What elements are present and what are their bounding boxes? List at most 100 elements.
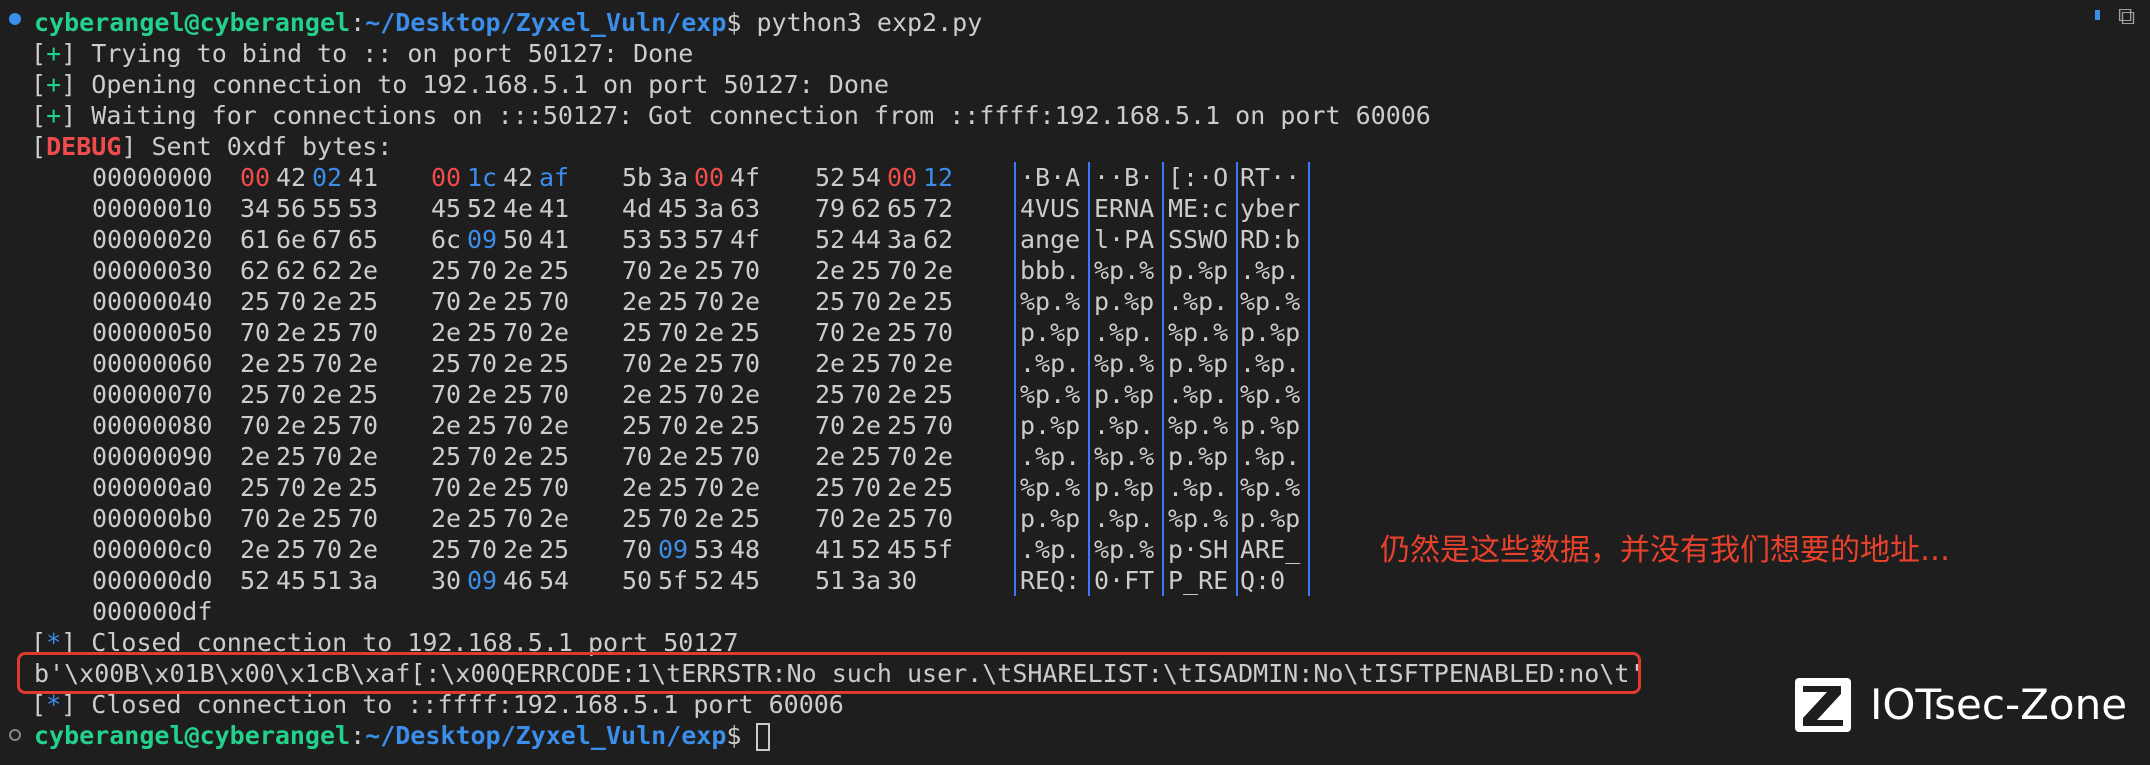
bracket-open: [ [16,690,47,719]
hexdump-separator [1162,162,1164,193]
hexdump-byte: af [539,163,570,192]
hexdump-byte: 61 [240,225,271,254]
hexdump-ascii: p.%p [1168,349,1229,378]
hexdump-byte: 2e [730,380,761,409]
hexdump-ascii: %p.% [1168,411,1229,440]
hexdump-byte: 2e [503,442,534,471]
hexdump-separator [1088,410,1090,441]
hexdump-byte: 70 [694,287,725,316]
hexdump-byte: 70 [622,442,653,471]
hexdump-ascii: p.%p [1020,411,1081,440]
terminal-cursor[interactable] [756,723,771,751]
hexdump-ascii: .%p. [1168,380,1229,409]
hexdump-byte: 70 [276,380,307,409]
prompt-line: cyberangel@cyberangel:~/Desktop/Zyxel_Vu… [34,7,982,38]
hexdump-ascii: %p.% [1094,535,1155,564]
split-terminal-icon[interactable]: ⧉ [2118,2,2135,30]
hexdump-separator [1162,317,1164,348]
hexdump-ascii: p·SH [1168,535,1229,564]
hexdump-byte: 2e [730,287,761,316]
hexdump-byte: 70 [851,287,882,316]
hexdump-byte: 25 [851,349,882,378]
prompt-line[interactable]: cyberangel@cyberangel:~/Desktop/Zyxel_Vu… [34,720,771,751]
hexdump-ascii: REQ: [1020,566,1081,595]
hexdump-byte: 70 [503,504,534,533]
hexdump-byte: 70 [694,473,725,502]
status-line: [+] Opening connection to 192.168.5.1 on… [16,69,889,100]
hexdump-byte: 6e [276,225,307,254]
hexdump-byte: 45 [431,194,462,223]
hexdump-separator [1236,503,1238,534]
prompt-symbol: $ [726,721,757,750]
hexdump-byte: 55 [312,194,343,223]
hexdump-byte: 2e [815,442,846,471]
hexdump-byte: 25 [348,287,379,316]
hexdump-separator [1162,348,1164,379]
hexdump-byte: 2e [923,256,954,285]
hexdump-ascii: .%p. [1240,442,1301,471]
hexdump-byte: 53 [694,535,725,564]
hexdump-offset: 00000090 [92,442,213,471]
hexdump-ascii: %p.% [1168,318,1229,347]
hexdump-separator [1014,441,1016,472]
debug-text: Sent 0xdf bytes: [136,132,393,161]
bracket-open: [ [16,70,47,99]
hexdump-byte: 2e [694,318,725,347]
hexdump-byte: 70 [851,473,882,502]
hexdump-byte: 70 [276,287,307,316]
prompt-path: ~/Desktop/Zyxel_Vuln/exp [365,8,727,37]
hexdump-byte: 70 [348,504,379,533]
hexdump-ascii: ARE_ [1240,535,1301,564]
hexdump-separator [1162,224,1164,255]
hexdump-byte: 25 [887,411,918,440]
hexdump-separator [1308,286,1310,317]
zone-logo-icon [1795,678,1851,732]
status-text: Opening connection to 192.168.5.1 on por… [76,70,890,99]
hexdump-ascii: p.%p [1168,256,1229,285]
hexdump-byte: 2e [622,473,653,502]
hexdump-byte: 2e [503,256,534,285]
hexdump-byte: 25 [348,380,379,409]
hexdump-byte: 62 [276,256,307,285]
hexdump-separator [1014,534,1016,565]
command-text: python3 exp2.py [741,8,983,37]
hexdump-byte: 25 [431,535,462,564]
hexdump-separator [1014,565,1016,596]
hexdump-separator [1014,224,1016,255]
hexdump-byte: 2e [312,380,343,409]
hexdump-ascii: SSWO [1168,225,1229,254]
hexdump-byte: 25 [539,442,570,471]
hexdump-byte: 52 [815,225,846,254]
hexdump-byte: 70 [431,380,462,409]
hexdump-ascii: .%p. [1240,349,1301,378]
hexdump-byte: 25 [539,349,570,378]
hexdump-byte: 2e [276,411,307,440]
hexdump-byte: 25 [923,380,954,409]
hexdump-separator [1308,534,1310,565]
closed-line: [*] Closed connection to ::ffff:192.168.… [16,689,844,720]
hexdump-byte: 57 [694,225,725,254]
hexdump-ascii: [:·O [1168,163,1229,192]
hexdump-byte: 70 [887,256,918,285]
hexdump-byte: 2e [887,380,918,409]
hexdump-byte: 70 [923,318,954,347]
hexdump-byte: 2e [923,442,954,471]
hexdump-ascii: %p.% [1094,256,1155,285]
hexdump-ascii: %p.% [1094,442,1155,471]
hexdump-byte: 70 [851,380,882,409]
bracket-close: ] [61,101,77,130]
hexdump-byte: 1c [467,163,498,192]
hexdump-ascii: %p.% [1240,380,1301,409]
hexdump-byte: 25 [923,473,954,502]
hexdump-offset: 00000050 [92,318,213,347]
hexdump-separator [1014,317,1016,348]
hexdump-separator [1014,472,1016,503]
hexdump-byte: 65 [348,225,379,254]
hexdump-byte: 70 [312,442,343,471]
hexdump-byte: 3a [694,194,725,223]
hexdump-byte: 70 [658,504,689,533]
hexdump-ascii: l·PA [1094,225,1155,254]
hexdump-ascii: ··B· [1094,163,1155,192]
hexdump-byte: 25 [851,442,882,471]
hexdump-separator [1088,503,1090,534]
